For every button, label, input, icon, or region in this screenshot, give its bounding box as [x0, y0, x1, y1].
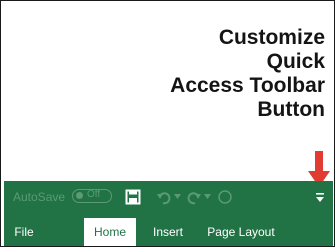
toggle-knob — [76, 192, 83, 199]
tab-home[interactable]: Home — [84, 218, 136, 246]
touch-mode-icon[interactable] — [217, 189, 233, 205]
redo-icon[interactable] — [186, 189, 202, 205]
excel-ribbon: AutoSave Off File Home Insert Page Layou… — [4, 181, 333, 246]
autosave-toggle[interactable]: Off — [72, 189, 112, 203]
tab-page-layout[interactable]: Page Layout — [200, 218, 282, 246]
autosave-state: Off — [87, 189, 101, 200]
callout-line-3: Access Toolbar — [170, 74, 325, 97]
callout-line-2: Quick — [266, 50, 325, 73]
tab-insert[interactable]: Insert — [146, 218, 190, 246]
callout-text: Customize Quick Access Toolbar Button — [170, 26, 325, 122]
quick-access-toolbar: AutoSave Off — [4, 181, 333, 213]
tab-file[interactable]: File — [4, 218, 44, 246]
undo-dropdown-icon[interactable] — [174, 194, 181, 200]
callout-line-4: Button — [257, 98, 325, 121]
save-icon[interactable] — [125, 189, 141, 205]
redo-dropdown-icon[interactable] — [204, 194, 211, 200]
autosave-label: AutoSave — [13, 190, 66, 204]
undo-icon[interactable] — [156, 189, 172, 205]
ribbon-tabs: File Home Insert Page Layout — [4, 218, 333, 246]
callout-line-1: Customize — [218, 26, 325, 49]
customize-qat-icon[interactable] — [315, 193, 325, 203]
